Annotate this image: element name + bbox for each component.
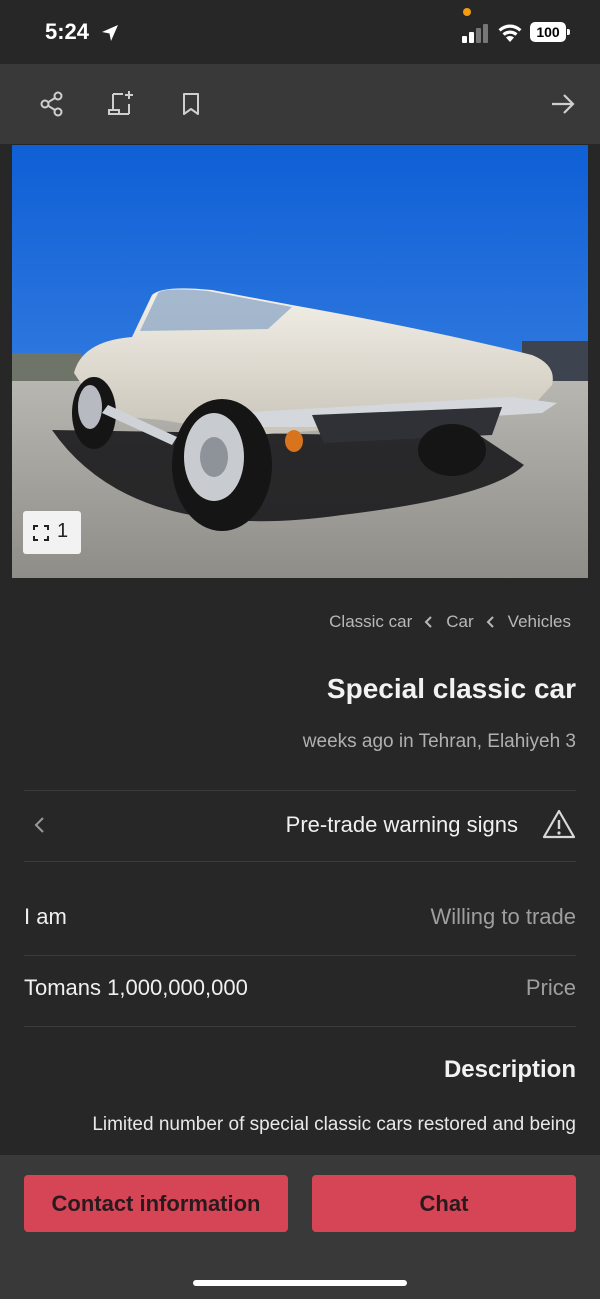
expand-icon [33, 525, 49, 541]
divider [24, 861, 576, 862]
price-label: Price [525, 975, 576, 1000]
detail-row-price: Tomans 1,000,000,000 Price [24, 954, 576, 1024]
wifi-icon [498, 24, 522, 42]
chevron-left-icon [424, 616, 432, 628]
arrow-right-icon[interactable] [549, 90, 577, 118]
detail-label: Willing to trade [430, 904, 576, 929]
breadcrumb-item-car[interactable]: Car [446, 612, 473, 632]
contact-information-button[interactable]: Contact information [24, 1175, 288, 1232]
detail-value: I am [24, 904, 67, 929]
warning-label: Pre-trade warning signs [285, 812, 518, 837]
battery-level: 100 [536, 24, 560, 40]
pre-trade-warning-row[interactable]: Pre-trade warning signs [24, 791, 576, 861]
breadcrumb: Classic car Car Vehicles [329, 612, 571, 632]
listing-meta: weeks ago in Tehran, Elahiyeh 3 [302, 731, 576, 752]
warning-triangle-icon [542, 809, 576, 839]
bookmark-icon[interactable] [177, 90, 205, 118]
image-counter-badge[interactable]: 1 [23, 511, 81, 554]
cellular-signal-icon [462, 24, 488, 43]
add-note-icon[interactable] [107, 90, 135, 118]
home-indicator[interactable] [193, 1280, 407, 1286]
chevron-left-icon [34, 817, 44, 833]
top-toolbar [0, 64, 600, 144]
status-time: 5:24 [45, 19, 90, 44]
description-text: Limited number of special classic cars r… [92, 1114, 576, 1135]
detail-row-trade: I am Willing to trade [24, 883, 576, 953]
share-icon[interactable] [38, 90, 66, 118]
breadcrumb-item-vehicles[interactable]: Vehicles [508, 612, 571, 632]
privacy-indicator-dot [463, 8, 471, 16]
breadcrumb-item-classic-car[interactable]: Classic car [329, 612, 412, 632]
battery-indicator: 100 [530, 22, 570, 42]
description-title: Description [443, 1056, 576, 1083]
image-count: 1 [57, 520, 69, 542]
chevron-left-icon [486, 616, 494, 628]
divider [24, 1026, 576, 1027]
chat-button[interactable]: Chat [312, 1175, 576, 1232]
listing-photo[interactable] [12, 145, 588, 578]
location-arrow-icon [102, 25, 118, 41]
price-value: Tomans 1,000,000,000 [24, 975, 248, 1000]
status-bar: 5:24 100 [0, 0, 600, 64]
listing-title: Special classic car [326, 673, 576, 704]
bottom-action-bar: Contact information Chat [0, 1155, 600, 1299]
